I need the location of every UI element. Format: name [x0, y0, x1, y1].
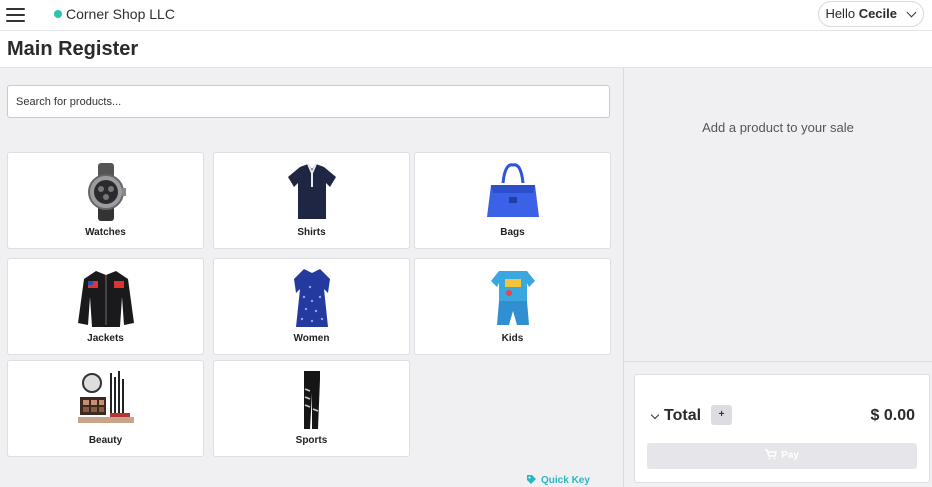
pay-button[interactable]: Pay: [647, 443, 917, 469]
category-beauty[interactable]: Beauty: [7, 360, 204, 457]
tag-icon: [527, 475, 536, 484]
add-to-total-button[interactable]: +: [711, 405, 732, 425]
dress-icon: [293, 269, 330, 327]
category-label: Bags: [500, 227, 525, 238]
kids-outfit-icon: [490, 271, 535, 325]
category-label: Sports: [295, 435, 328, 446]
total-label: Total: [664, 407, 702, 424]
total-amount: $ 0.00: [870, 407, 915, 424]
greeting: Hello: [825, 6, 856, 21]
chevron-down-icon: [906, 7, 917, 18]
category-label: Jackets: [87, 333, 124, 344]
page-title: Main Register: [7, 38, 139, 60]
empty-sale-message: Add a product to your sale: [702, 120, 854, 135]
category-label: Women: [293, 333, 330, 344]
category-label: Kids: [501, 333, 524, 344]
shirt-icon: [287, 163, 336, 219]
user-name: Cecile: [858, 6, 897, 21]
sale-summary: Total + $ 0.00 Pay: [634, 374, 930, 483]
product-area: Watches Shirts Bags Jackets: [0, 68, 623, 487]
shop-name[interactable]: Corner Shop LLC: [66, 6, 175, 22]
bag-icon: [486, 163, 539, 217]
status-dot: [54, 10, 62, 18]
category-bags[interactable]: Bags: [414, 152, 611, 249]
watch-icon: [87, 163, 126, 221]
category-watches[interactable]: Watches: [7, 152, 204, 249]
cart-icon: [765, 449, 777, 460]
user-menu[interactable]: Hello Cecile: [818, 1, 924, 27]
makeup-icon: [77, 371, 134, 423]
category-label: Beauty: [88, 435, 123, 446]
pay-label: Pay: [781, 450, 799, 461]
category-jackets[interactable]: Jackets: [7, 258, 204, 355]
quick-key-link[interactable]: Quick Key: [526, 474, 590, 486]
category-women[interactable]: Women: [213, 258, 410, 355]
category-kids[interactable]: Kids: [414, 258, 611, 355]
category-label: Shirts: [297, 227, 326, 238]
category-shirts[interactable]: Shirts: [213, 152, 410, 249]
divider: [624, 361, 932, 362]
title-bar: Main Register: [0, 31, 932, 68]
quick-key-label: Quick Key: [541, 475, 590, 486]
menu-icon[interactable]: [6, 8, 25, 23]
search-input[interactable]: [7, 85, 610, 118]
top-bar: Corner Shop LLC Hello Cecile: [0, 0, 932, 31]
leggings-icon: [303, 371, 320, 429]
chevron-down-icon[interactable]: [650, 410, 660, 420]
category-sports[interactable]: Sports: [213, 360, 410, 457]
sale-panel: Add a product to your sale Total + $ 0.0…: [623, 68, 932, 487]
category-label: Watches: [85, 227, 126, 238]
jacket-icon: [77, 271, 134, 327]
